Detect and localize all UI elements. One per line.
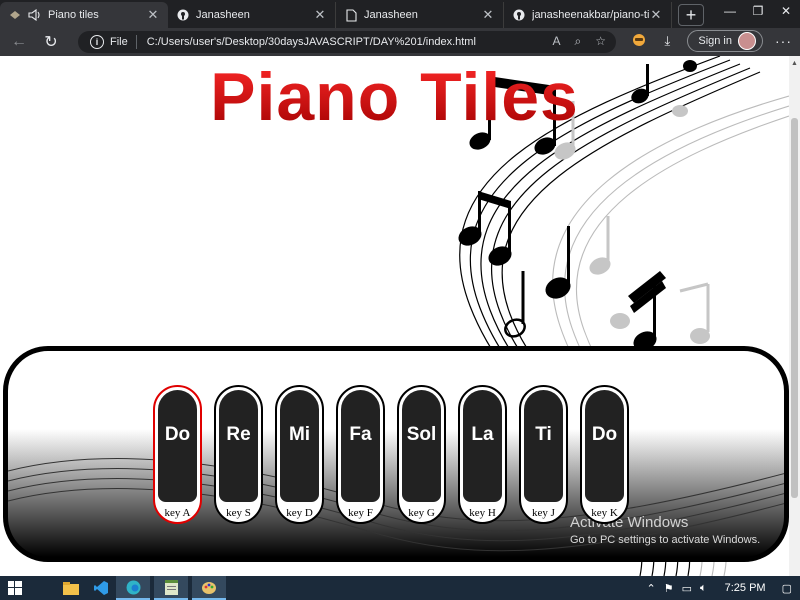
watermark-subtitle: Go to PC settings to activate Windows.: [570, 534, 761, 546]
page-scrollbar[interactable]: ▲: [789, 56, 800, 576]
back-arrow-icon[interactable]: ←: [6, 29, 32, 55]
scrollbar-thumb[interactable]: [791, 118, 798, 498]
avatar: [738, 32, 756, 50]
key-face: [158, 390, 197, 502]
browser-toolbar: ← ↻ i File C:/Users/user's/Desktop/30day…: [0, 28, 800, 56]
page-favicon-icon: [344, 8, 358, 22]
tab-janasheen-1[interactable]: Janasheen ✕: [168, 2, 336, 28]
close-tab-icon[interactable]: ✕: [481, 7, 495, 22]
piano-favicon-icon: [8, 8, 22, 22]
volume-icon[interactable]: 🔈︎: [700, 582, 707, 595]
sign-in-label: Sign in: [698, 35, 732, 47]
piano-key-d[interactable]: Mi key D: [275, 385, 324, 524]
download-icon[interactable]: ⤓: [659, 33, 675, 49]
key-face: [219, 390, 258, 502]
key-label: key A: [164, 507, 191, 519]
reload-icon[interactable]: ↻: [38, 29, 64, 55]
more-menu-icon[interactable]: ···: [775, 33, 792, 49]
key-note: Sol: [406, 424, 437, 445]
tab-title: Janasheen: [364, 9, 418, 21]
key-label: key J: [532, 507, 555, 519]
speaker-icon[interactable]: [28, 8, 42, 22]
key-note: Mi: [288, 424, 311, 445]
key-face: [280, 390, 319, 502]
key-note: Do: [591, 424, 618, 445]
file-explorer-icon[interactable]: [56, 576, 86, 600]
notifications-icon[interactable]: ▢: [782, 582, 792, 595]
flag-icon[interactable]: ⚑: [664, 582, 674, 595]
piano-key-j[interactable]: Ti key J: [519, 385, 568, 524]
tab-piano-tiles[interactable]: Piano tiles ✕: [0, 2, 168, 28]
piano-key-s[interactable]: Re key S: [214, 385, 263, 524]
close-tab-icon[interactable]: ✕: [146, 7, 160, 22]
key-label: key K: [591, 507, 618, 519]
key-face: [524, 390, 563, 502]
system-tray: ⌃ ⚑ ▭ 🔈︎ 7:25 PM ▢: [647, 576, 792, 600]
read-aloud-icon[interactable]: A: [552, 34, 560, 49]
close-tab-icon[interactable]: ✕: [649, 7, 663, 22]
key-face: [341, 390, 380, 502]
tab-title: Janasheen: [196, 9, 250, 21]
restore-icon[interactable]: ❐: [744, 0, 772, 22]
piano-key-f[interactable]: Fa key F: [336, 385, 385, 524]
tab-title: janasheenakbar/piano-tiles: [532, 9, 649, 21]
key-face: [402, 390, 441, 502]
key-label: key G: [408, 507, 435, 519]
new-tab-button[interactable]: +: [678, 4, 704, 26]
key-note: Ti: [535, 424, 552, 445]
piano-key-a[interactable]: Do key A: [153, 385, 202, 524]
screen: Piano tiles ✕ Janasheen ✕ Janasheen ✕ ja…: [0, 0, 800, 600]
key-label: key S: [226, 507, 251, 519]
tab-github-repo[interactable]: janasheenakbar/piano-tiles ✕: [504, 2, 672, 28]
page-title: Piano Tiles: [0, 58, 789, 136]
key-label: key D: [286, 507, 313, 519]
address-bar-actions: A ⌕ ☆: [552, 34, 606, 49]
clock-time[interactable]: 7:25 PM: [725, 582, 766, 594]
sign-in-button[interactable]: Sign in: [687, 30, 763, 52]
network-icon[interactable]: ▭: [682, 582, 692, 595]
zoom-icon[interactable]: ⌕: [575, 34, 582, 49]
windows-taskbar: ⌃ ⚑ ▭ 🔈︎ 7:25 PM ▢: [0, 576, 800, 600]
piano-key-h[interactable]: La key H: [458, 385, 507, 524]
close-window-icon[interactable]: ✕: [772, 0, 800, 22]
show-hidden-icons-icon[interactable]: ⌃: [647, 582, 656, 595]
key-note: La: [471, 424, 494, 445]
github-favicon-icon: [512, 8, 526, 22]
close-tab-icon[interactable]: ✕: [313, 7, 327, 22]
key-note: Do: [164, 424, 191, 445]
browser-tab-strip: Piano tiles ✕ Janasheen ✕ Janasheen ✕ ja…: [0, 0, 800, 28]
toolbar-right: ⤓ Sign in ···: [631, 30, 792, 52]
key-note: Fa: [349, 424, 372, 445]
github-favicon-icon: [176, 8, 190, 22]
minimize-icon[interactable]: —: [716, 0, 744, 22]
url-text[interactable]: C:/Users/user's/Desktop/30daysJAVASCRIPT…: [147, 36, 476, 48]
favorite-star-icon[interactable]: ☆: [595, 34, 606, 49]
piano-keys: Do key A Re key S Mi key D Fa key F Sol …: [153, 385, 629, 524]
scroll-up-icon[interactable]: ▲: [791, 60, 798, 67]
piano-key-g[interactable]: Sol key G: [397, 385, 446, 524]
vscode-icon[interactable]: [86, 576, 116, 600]
piano-key-k[interactable]: Do key K: [580, 385, 629, 524]
start-button-icon[interactable]: [0, 576, 30, 600]
extension-icon[interactable]: [631, 33, 647, 50]
tab-janasheen-2[interactable]: Janasheen ✕: [336, 2, 504, 28]
key-label: key F: [348, 507, 373, 519]
info-icon[interactable]: i: [90, 35, 104, 49]
notepad-icon[interactable]: [154, 576, 188, 600]
key-note: Re: [226, 424, 251, 445]
address-bar[interactable]: i File C:/Users/user's/Desktop/30daysJAV…: [78, 31, 616, 53]
divider: [135, 35, 137, 49]
key-label: key H: [469, 507, 496, 519]
paint-icon[interactable]: [192, 576, 226, 600]
key-face: [585, 390, 624, 502]
edge-browser-icon[interactable]: [116, 576, 150, 600]
key-face: [463, 390, 502, 502]
scheme-label: File: [110, 36, 128, 48]
tab-title: Piano tiles: [48, 9, 99, 21]
window-controls: — ❐ ✕: [716, 0, 800, 22]
